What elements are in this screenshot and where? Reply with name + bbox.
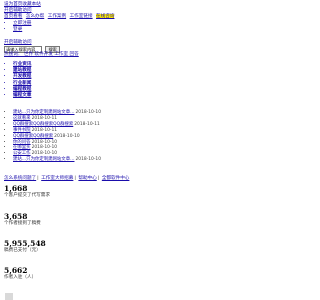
article-link[interactable]: 建站…只为你定制建网站文章… [13,157,74,162]
article-link[interactable]: QQ群搜索QQ群搜索QQ群搜索 [13,122,73,127]
article-date: 2018-10-10 [54,133,80,139]
category-link[interactable]: 行业资讯 [13,62,31,67]
stat-value: 1,668 [4,184,28,193]
set-homepage-link[interactable]: 设为首页收藏本站 [4,2,41,7]
article-link[interactable]: 你的问答 [13,140,31,145]
page: 设为首页收藏本站 开启辅助访问 首页看看 怎么办帮 工作案例 工作室链接 在线咨… [0,0,300,300]
list-item: 建站…只为你定制建网站文章…2018-10-10 [13,157,101,163]
stat-value: 3,658 [4,212,28,221]
category-link[interactable]: 开发教程 [13,74,31,79]
footer-link[interactable]: 帮助中心 [78,176,96,181]
article-date: 2018-10-11 [31,115,58,121]
article-date: 2018-10-10 [31,139,58,145]
stat-label: 作者入驻（人） [4,275,37,280]
article-link[interactable]: 公安工作 [13,151,31,156]
nav-item-help[interactable]: 怎么办帮 [26,14,44,19]
article-list: 建站…只为你定制建网站文章…2018-10-10 这就看来2018-10-11 … [4,110,101,163]
article-date: 2018-10-11 [31,127,58,133]
footer-link[interactable]: 怎么系统问题了 [4,176,36,181]
footer-link[interactable]: 全都软件中心 [102,176,130,181]
list-item: 登录 [13,27,116,33]
accessibility-link-2[interactable]: 开启辅助访问 [4,40,32,45]
article-link[interactable]: 在哪里买 [13,145,31,150]
stat-label: 个客户提交了代写需求 [4,193,50,198]
scroll-indicator [5,293,13,300]
stat-block: 5,662 作者入驻（人） [4,266,36,281]
stat-label: 稿费已支付（元） [4,248,41,253]
article-date: 2018-10-10 [75,157,102,163]
register-link[interactable]: 立即注册 [13,21,31,26]
stat-value: 5,955,548 [4,239,46,248]
article-date: 2018-10-10 [31,151,58,157]
footer-link[interactable]: 工作室大师招募 [41,176,73,181]
category-link[interactable]: 行业新闻 [13,81,31,86]
user-links: 立即注册 登录 [13,21,116,33]
hot-words: 热搜词： 世界 软件开发 工作室 回答 [4,52,79,58]
article-link[interactable]: 建站…只为你定制建网站文章… [13,110,74,115]
article-date: 2018-10-10 [75,110,102,115]
stat-value: 5,662 [4,266,28,275]
category-link[interactable]: 编程教程 [13,87,31,92]
article-link[interactable]: QQ群搜索QQ群搜索 [13,134,53,139]
hot-words-link[interactable]: 热搜词： 世界 软件开发 工作室 回答 [4,52,79,57]
category-link[interactable]: 建站教程 [13,68,31,73]
article-date: 2018-10-10 [31,145,58,151]
article-date: 2018-10-11 [74,121,100,127]
nav-item-home[interactable]: 首页看看 [4,14,22,19]
stat-label: 个作者接到了稿费 [4,221,41,226]
footer-links: 怎么系统问题了| 工作室大师招募| 帮助中心| 全都软件中心 [4,176,130,181]
stat-block: 5,955,548 稿费已支付（元） [4,239,46,254]
nav-item-cases[interactable]: 工作案例 [48,14,66,19]
nav-item-online-consult[interactable]: 在线咨询 [96,14,115,20]
accessibility-link[interactable]: 开启辅助访问 [4,8,32,13]
category-item: 编程文章 [13,93,31,99]
category-list: 行业资讯 建站教程 开发教程 行业新闻 编程教程 编程文章 [4,62,31,99]
article-link[interactable]: 这就看来 [13,116,31,121]
login-link[interactable]: 登录 [13,27,22,32]
nav-item-studio-links[interactable]: 工作室链接 [70,14,93,19]
top-links: 设为首页收藏本站 开启辅助访问 首页看看 怎么办帮 工作案例 工作室链接 在线咨… [4,2,116,33]
stat-block: 1,668 个客户提交了代写需求 [4,184,50,199]
category-link[interactable]: 编程文章 [13,93,31,98]
article-link[interactable]: 事件书院 [13,128,31,133]
stat-block: 3,658 个作者接到了稿费 [4,212,41,227]
